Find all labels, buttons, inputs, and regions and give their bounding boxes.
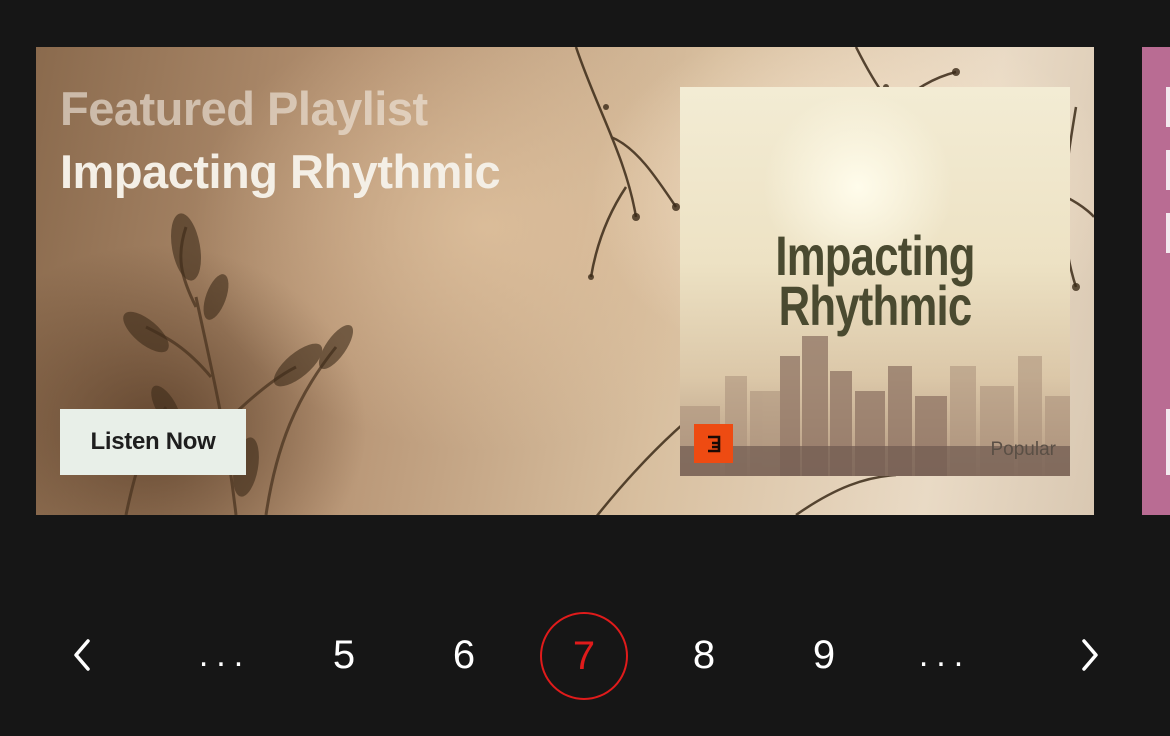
next-banner-button-fragment <box>1166 409 1170 475</box>
next-banner-text-fragment <box>1166 87 1170 127</box>
brand-glyph <box>707 435 720 452</box>
next-banner-text-fragment <box>1166 213 1170 253</box>
leading-ellipsis: ... <box>198 635 252 674</box>
prev-chevron-glyph <box>74 639 90 671</box>
page-9-button[interactable]: 9 <box>779 612 869 698</box>
cover-title-line2: Rhythmic <box>778 274 973 337</box>
featured-banner[interactable]: Featured Playlist Impacting Rhythmic Lis… <box>36 47 1094 515</box>
page-6-button[interactable]: 6 <box>419 612 509 698</box>
next-chevron-glyph <box>1082 639 1098 671</box>
banner-title: Impacting Rhythmic <box>60 145 501 198</box>
page-7-button-active[interactable]: 7 <box>540 612 628 700</box>
next-banner-peek[interactable] <box>1142 47 1170 515</box>
playlist-cover[interactable]: Impacting Rhythmic Popular <box>680 87 1070 476</box>
page-5-button[interactable]: 5 <box>299 612 389 698</box>
listen-now-button[interactable]: Listen Now <box>60 409 246 475</box>
featured-carousel: Featured Playlist Impacting Rhythmic Lis… <box>0 0 1170 560</box>
brand-logo-icon <box>694 424 733 463</box>
chevron-right-icon[interactable] <box>1060 612 1120 698</box>
page-8-button[interactable]: 8 <box>659 612 749 698</box>
pagination: ... 5 6 7 8 9 ... <box>0 600 1170 710</box>
next-banner-text-fragment <box>1166 150 1170 190</box>
chevron-left-icon[interactable] <box>52 612 112 698</box>
banner-eyebrow: Featured Playlist <box>60 82 428 135</box>
cover-tag: Popular <box>990 439 1057 460</box>
trailing-ellipsis: ... <box>918 635 972 674</box>
